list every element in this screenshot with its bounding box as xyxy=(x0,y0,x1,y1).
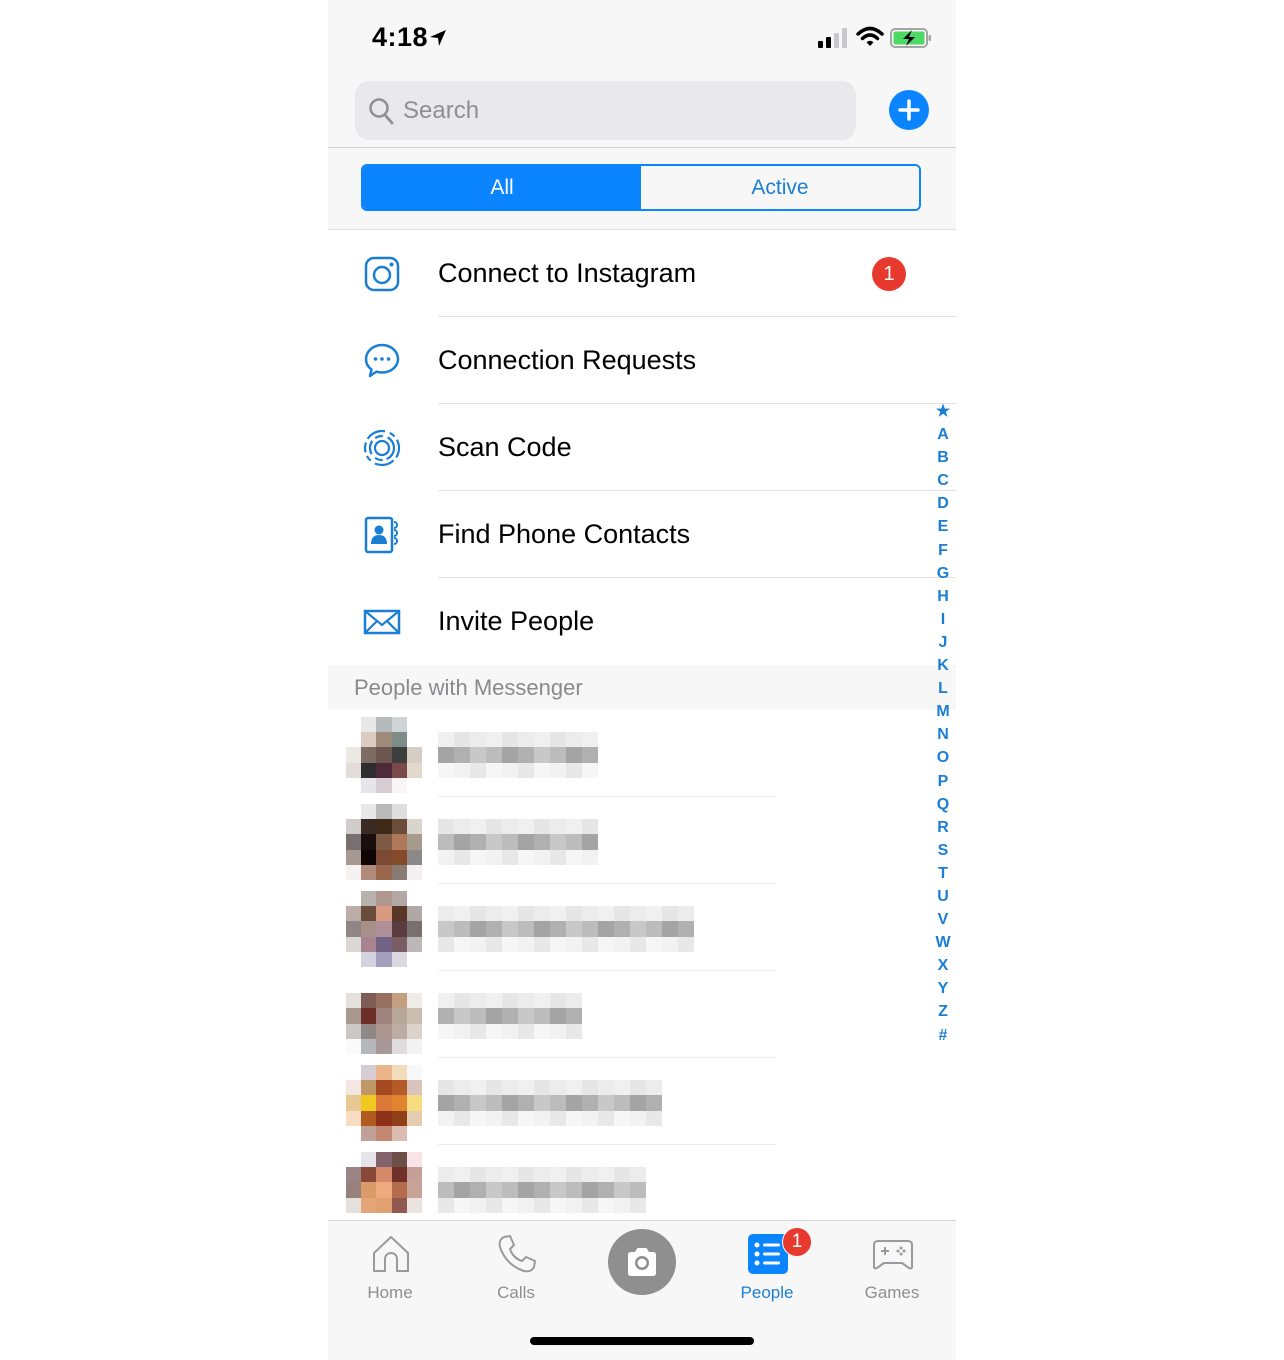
action-label: Connect to Instagram xyxy=(438,258,697,288)
contact-row[interactable] xyxy=(328,1058,956,1145)
messenger-people-screen: 4:18 Search All Active Connect to Instag… xyxy=(328,0,956,1360)
header-area: 4:18 Search All Active xyxy=(328,0,956,230)
home-icon xyxy=(373,1236,409,1272)
index-letter[interactable]: O xyxy=(932,746,954,769)
contact-name-redacted xyxy=(438,993,582,1039)
index-letter[interactable]: X xyxy=(932,954,954,977)
section-header-label: People with Messenger xyxy=(354,675,583,700)
segment-all[interactable]: All xyxy=(363,166,641,209)
avatar xyxy=(346,891,422,967)
action-label: Find Phone Contacts xyxy=(438,519,691,549)
tab-label: Games xyxy=(864,1283,920,1302)
location-arrow-icon xyxy=(430,30,446,46)
notification-badge: 1 xyxy=(872,257,906,291)
index-letter[interactable]: Y xyxy=(932,977,954,1000)
index-letter[interactable]: Z xyxy=(932,1000,954,1023)
search-input[interactable] xyxy=(403,81,843,140)
contact-name-redacted xyxy=(438,732,598,778)
index-letter[interactable]: F xyxy=(932,539,954,562)
instagram-icon xyxy=(364,256,400,292)
action-label: Scan Code xyxy=(438,432,572,462)
section-header: People with Messenger xyxy=(328,665,956,710)
action-label: Invite People xyxy=(438,606,595,636)
index-letter[interactable]: Q xyxy=(932,793,954,816)
contact-row[interactable] xyxy=(328,797,956,884)
contact-name-redacted xyxy=(438,1167,646,1213)
index-letter[interactable]: D xyxy=(932,492,954,515)
index-letter[interactable]: E xyxy=(932,515,954,538)
action-invite-people[interactable]: Invite People xyxy=(328,578,956,665)
index-letter[interactable]: C xyxy=(932,469,954,492)
contact-name-redacted xyxy=(438,906,694,952)
index-letter[interactable]: # xyxy=(932,1024,954,1047)
header-divider xyxy=(328,147,956,148)
contact-name-redacted xyxy=(438,1080,662,1126)
index-letter[interactable]: B xyxy=(932,446,954,469)
plus-icon xyxy=(898,99,920,121)
tab-calls[interactable]: Calls xyxy=(461,1221,571,1311)
home-indicator xyxy=(530,1337,754,1345)
index-letter[interactable]: I xyxy=(932,608,954,631)
index-letter[interactable]: A xyxy=(932,423,954,446)
wifi-icon xyxy=(856,26,884,46)
action-label: Connection Requests xyxy=(438,345,697,375)
index-letter[interactable]: J xyxy=(932,631,954,654)
contact-name-redacted xyxy=(438,819,598,865)
avatar xyxy=(346,1065,422,1141)
action-connect-instagram[interactable]: Connect to Instagram 1 xyxy=(328,230,956,317)
tab-label: People xyxy=(740,1283,794,1302)
contact-row[interactable] xyxy=(328,710,956,797)
tab-label: Home xyxy=(367,1283,413,1302)
action-connection-requests[interactable]: Connection Requests xyxy=(328,317,956,404)
index-letter[interactable]: T xyxy=(932,862,954,885)
camera-button[interactable] xyxy=(608,1229,676,1295)
search-icon xyxy=(369,98,394,125)
action-find-phone-contacts[interactable]: Find Phone Contacts xyxy=(328,491,956,578)
signal-icon xyxy=(818,28,847,48)
segment-active[interactable]: Active xyxy=(641,166,919,209)
avatar xyxy=(346,804,422,880)
avatar xyxy=(346,978,422,1054)
filter-segmented-control: All Active xyxy=(361,164,921,211)
index-letter[interactable]: U xyxy=(932,885,954,908)
scan-code-icon xyxy=(363,429,401,467)
search-bar[interactable] xyxy=(355,81,856,140)
index-letter[interactable]: H xyxy=(932,585,954,608)
tab-label: Calls xyxy=(497,1283,535,1302)
camera-icon xyxy=(628,1248,656,1276)
contacts-book-icon xyxy=(364,516,398,554)
chat-bubble-icon xyxy=(364,343,400,378)
tab-games[interactable]: Games xyxy=(837,1221,947,1311)
avatar xyxy=(346,717,422,793)
people-list xyxy=(328,710,956,1220)
index-letter[interactable]: W xyxy=(932,931,954,954)
contact-row[interactable] xyxy=(328,1145,956,1220)
phone-icon xyxy=(498,1235,536,1273)
index-letter[interactable]: V xyxy=(932,908,954,931)
index-letter[interactable]: L xyxy=(932,677,954,700)
index-letter[interactable]: ★ xyxy=(932,400,954,423)
gamepad-icon xyxy=(873,1240,913,1270)
battery-charging-icon xyxy=(890,28,931,48)
index-letter[interactable]: K xyxy=(932,654,954,677)
envelope-icon xyxy=(363,609,401,635)
status-time: 4:18 xyxy=(372,22,429,52)
alphabet-index[interactable]: ★ A B C D E F G H I J K L M N O P Q R S T U V W X Y Z # xyxy=(932,400,954,1047)
tab-home[interactable]: Home xyxy=(335,1221,445,1311)
action-list: Connect to Instagram 1 Connection Reques… xyxy=(328,230,956,665)
contact-row[interactable] xyxy=(328,971,956,1058)
contact-row[interactable] xyxy=(328,884,956,971)
index-letter[interactable]: N xyxy=(932,723,954,746)
index-letter[interactable]: R xyxy=(932,816,954,839)
avatar xyxy=(346,1152,422,1220)
index-letter[interactable]: P xyxy=(932,770,954,793)
action-scan-code[interactable]: Scan Code xyxy=(328,404,956,491)
people-tab-badge: 1 xyxy=(782,1227,812,1257)
add-contact-button[interactable] xyxy=(889,90,929,130)
index-letter[interactable]: S xyxy=(932,839,954,862)
index-letter[interactable]: M xyxy=(932,700,954,723)
index-letter[interactable]: G xyxy=(932,562,954,585)
